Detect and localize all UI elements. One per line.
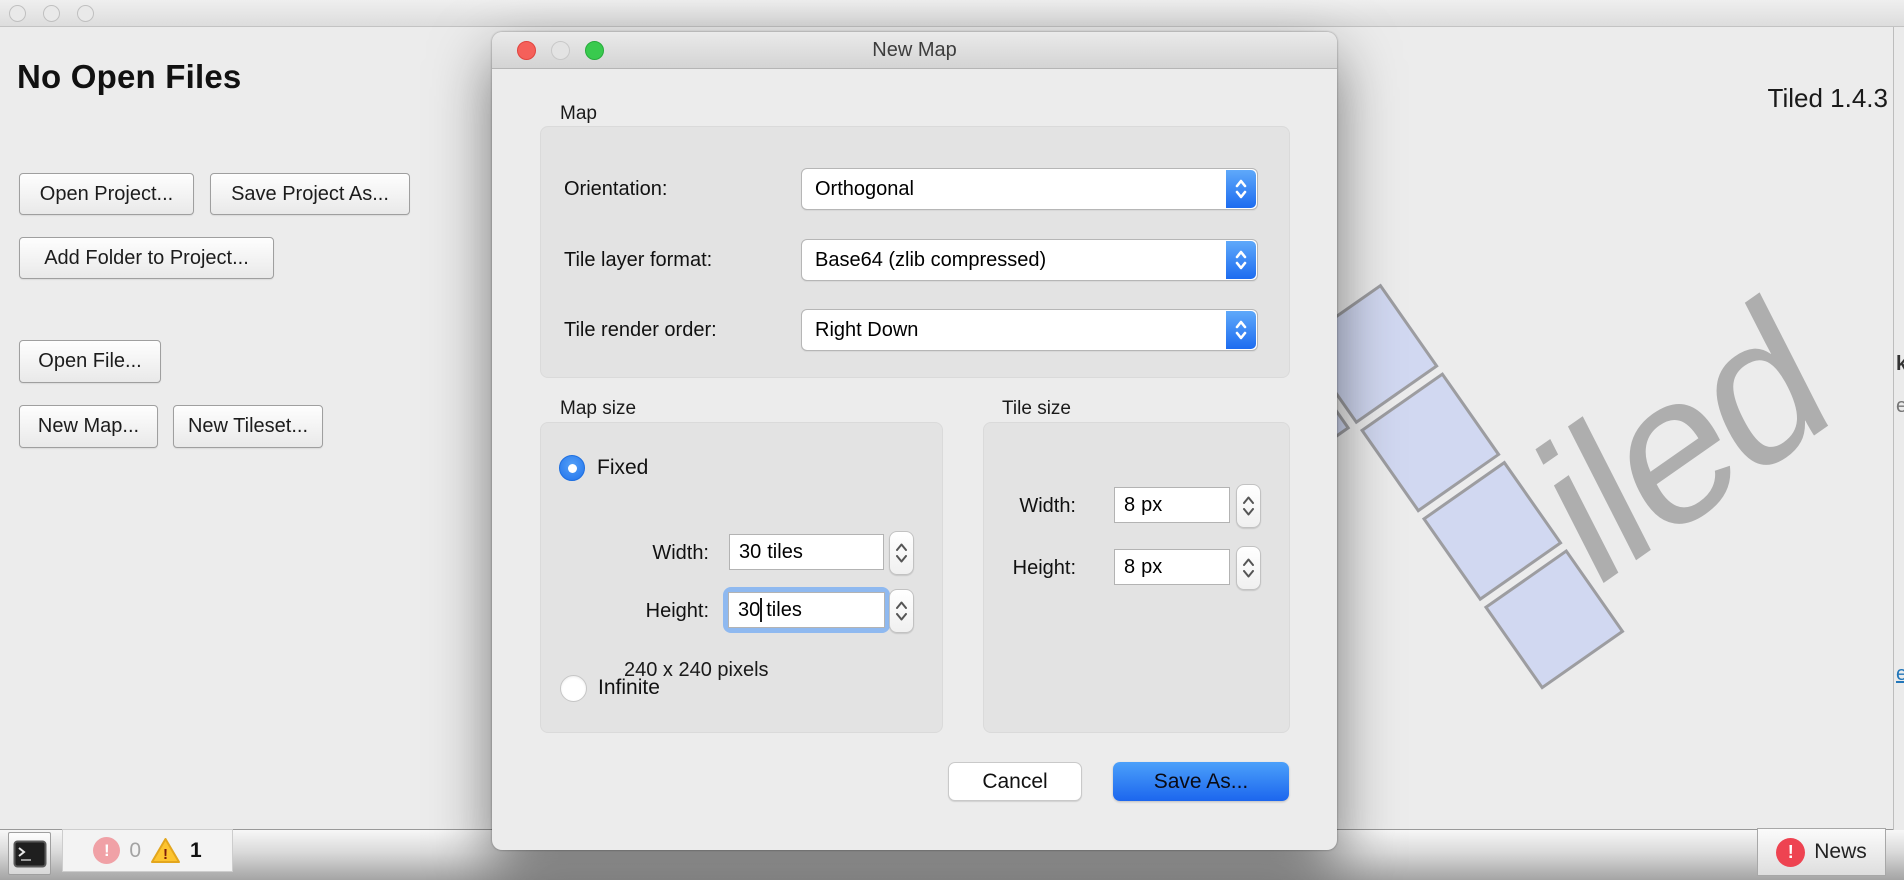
tile-height-input[interactable]: 8 px xyxy=(1114,549,1230,585)
orientation-label: Orientation: xyxy=(564,178,667,201)
stepper-up-icon xyxy=(895,601,908,609)
news-panel-edge: k e e xyxy=(1893,27,1904,830)
console-icon xyxy=(13,840,47,868)
save-project-as-button[interactable]: Save Project As... xyxy=(210,173,410,215)
error-icon: ! xyxy=(93,837,120,864)
map-groupbox: Orientation: Orthogonal Tile layer forma… xyxy=(540,126,1290,378)
map-width-input[interactable]: 30 tiles xyxy=(729,534,884,570)
warning-icon: ! xyxy=(150,837,181,864)
fixed-radio-label: Fixed xyxy=(597,456,648,480)
dialog-title: New Map xyxy=(492,39,1337,62)
stepper-down-icon xyxy=(895,613,908,621)
map-width-suffix: tiles xyxy=(767,541,803,564)
tile-render-order-select[interactable]: Right Down xyxy=(801,309,1258,351)
infinite-radio-label: Infinite xyxy=(598,676,660,700)
stepper-down-icon xyxy=(1242,570,1255,578)
text-caret xyxy=(760,598,762,622)
tile-width-label: Width: xyxy=(998,495,1076,518)
cutoff-text-fragment: k xyxy=(1896,353,1904,376)
map-height-stepper[interactable] xyxy=(889,589,914,633)
map-width-value: 30 xyxy=(739,541,761,564)
new-map-dialog: New Map Map Orientation: Orthogonal Tile… xyxy=(492,32,1337,850)
tile-height-suffix: px xyxy=(1141,556,1162,579)
tile-width-suffix: px xyxy=(1141,494,1162,517)
save-as-button[interactable]: Save As... xyxy=(1113,762,1289,801)
error-count: 0 xyxy=(129,839,141,863)
minimize-window-button[interactable] xyxy=(43,5,60,22)
map-size-groupbox: Fixed Width: 30tiles Height: 30tiles 240… xyxy=(540,422,943,733)
issues-counter[interactable]: ! 0 ! 1 xyxy=(62,829,233,872)
news-badge-icon: ! xyxy=(1776,838,1805,867)
chevron-up-down-icon xyxy=(1226,311,1256,349)
news-button[interactable]: ! News xyxy=(1757,828,1886,876)
news-button-label: News xyxy=(1814,840,1867,864)
cancel-button[interactable]: Cancel xyxy=(948,762,1082,801)
infinite-radio[interactable] xyxy=(560,675,587,702)
tile-layer-format-value: Base64 (zlib compressed) xyxy=(802,249,1226,272)
stepper-up-icon xyxy=(1242,558,1255,566)
open-file-button[interactable]: Open File... xyxy=(19,340,161,383)
add-folder-to-project-button[interactable]: Add Folder to Project... xyxy=(19,237,274,279)
tile-height-value: 8 xyxy=(1124,556,1135,579)
map-height-input[interactable]: 30 tiles xyxy=(728,592,885,628)
main-window-titlebar xyxy=(0,0,1904,27)
cutoff-link-fragment[interactable]: e xyxy=(1896,663,1904,686)
stepper-up-icon xyxy=(895,543,908,551)
tile-width-input[interactable]: 8 px xyxy=(1114,487,1230,523)
new-tileset-button[interactable]: New Tileset... xyxy=(173,405,323,448)
svg-text:!: ! xyxy=(163,846,168,863)
tile-layer-format-label: Tile layer format: xyxy=(564,249,712,272)
tile-size-groupbox: Width: 8 px Height: 8 px xyxy=(983,422,1290,733)
tile-height-label: Height: xyxy=(998,557,1076,580)
tile-width-stepper[interactable] xyxy=(1236,484,1261,528)
map-size-group-label: Map size xyxy=(560,398,636,420)
no-open-files-heading: No Open Files xyxy=(17,58,241,96)
map-height-label: Height: xyxy=(601,600,709,623)
stepper-up-icon xyxy=(1242,496,1255,504)
fixed-radio[interactable] xyxy=(559,455,585,481)
cutoff-text-fragment: e xyxy=(1896,395,1904,418)
tile-layer-format-select[interactable]: Base64 (zlib compressed) xyxy=(801,239,1258,281)
tile-width-value: 8 xyxy=(1124,494,1135,517)
tile-render-order-value: Right Down xyxy=(802,319,1226,342)
chevron-up-down-icon xyxy=(1226,241,1256,279)
orientation-value: Orthogonal xyxy=(802,178,1226,201)
tile-size-group-label: Tile size xyxy=(1002,398,1071,420)
map-group-label: Map xyxy=(560,103,597,125)
stepper-down-icon xyxy=(1242,508,1255,516)
open-project-button[interactable]: Open Project... xyxy=(19,173,194,215)
new-map-button[interactable]: New Map... xyxy=(19,405,158,448)
zoom-window-button[interactable] xyxy=(77,5,94,22)
tile-height-stepper[interactable] xyxy=(1236,546,1261,590)
stepper-down-icon xyxy=(895,555,908,563)
map-width-stepper[interactable] xyxy=(889,531,914,575)
map-width-label: Width: xyxy=(601,542,709,565)
orientation-select[interactable]: Orthogonal xyxy=(801,168,1258,210)
dialog-titlebar[interactable]: New Map xyxy=(492,32,1337,69)
warning-count: 1 xyxy=(190,839,202,863)
close-window-button[interactable] xyxy=(9,5,26,22)
map-height-value: 30 xyxy=(738,599,760,622)
console-toggle-button[interactable] xyxy=(8,832,51,875)
tile-render-order-label: Tile render order: xyxy=(564,319,717,342)
map-height-suffix: tiles xyxy=(766,599,802,622)
app-version-label: Tiled 1.4.3 xyxy=(1588,83,1888,114)
chevron-up-down-icon xyxy=(1226,170,1256,208)
